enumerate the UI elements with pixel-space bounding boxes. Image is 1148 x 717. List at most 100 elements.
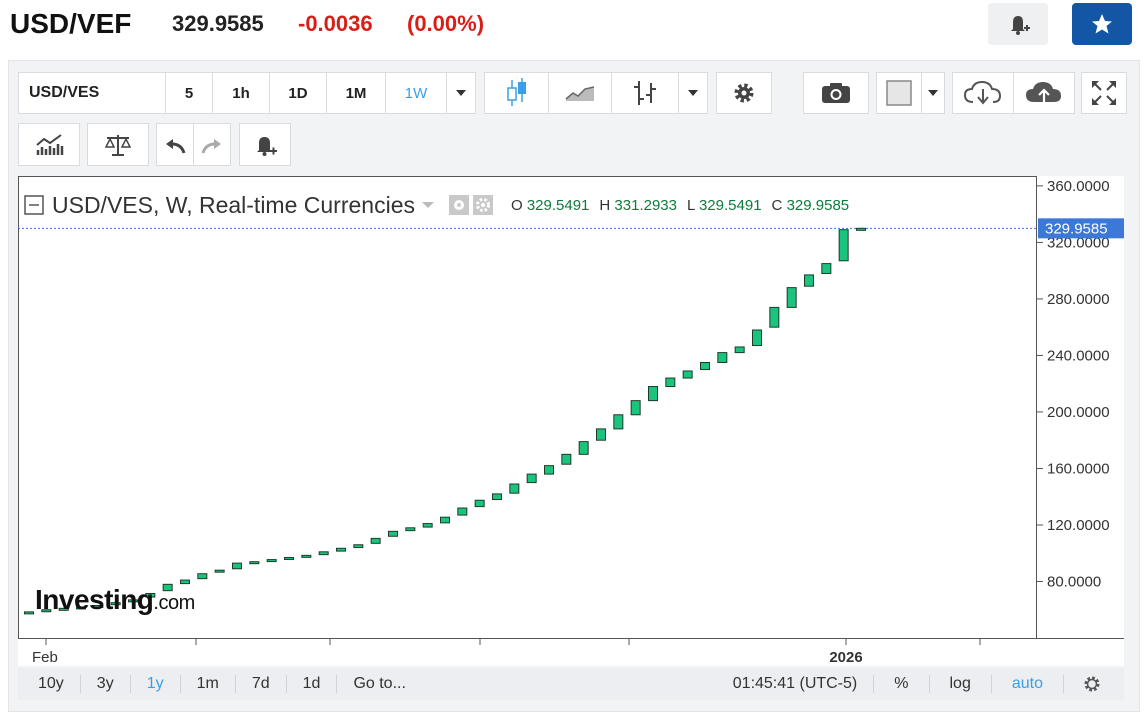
candle[interactable] (214, 569, 225, 573)
caret-down-icon (928, 90, 938, 96)
candle[interactable] (700, 361, 710, 371)
alert-tool-button[interactable] (239, 123, 291, 166)
candle[interactable] (301, 554, 312, 558)
instrument-title: USD/VEF (10, 8, 132, 39)
candle[interactable] (353, 544, 364, 549)
candle[interactable] (526, 473, 537, 484)
area-style-button[interactable] (548, 72, 612, 114)
candle[interactable] (804, 274, 814, 287)
watermark-main: Investing (35, 584, 154, 615)
candle[interactable] (786, 287, 797, 308)
goto-date-button[interactable]: Go to... (337, 675, 421, 693)
interval-5-button[interactable]: 5 (165, 72, 213, 114)
ohlc-high: H 331.2933 (599, 197, 677, 214)
candle[interactable] (197, 573, 208, 580)
range-1y-button[interactable]: 1y (131, 675, 181, 693)
candle[interactable] (544, 465, 554, 475)
y-tick-label: 120.0000 (1047, 517, 1110, 534)
create-alert-button[interactable] (988, 3, 1048, 45)
candle[interactable] (422, 523, 433, 528)
candle[interactable] (821, 263, 832, 274)
fullscreen-button[interactable] (1081, 72, 1127, 114)
candle[interactable] (405, 527, 416, 532)
watermark-suffix: .com (153, 592, 195, 614)
candle[interactable] (769, 306, 780, 328)
caret-down-icon (456, 90, 466, 96)
candle[interactable] (717, 352, 728, 363)
add-to-watchlist-button[interactable] (1072, 3, 1132, 45)
candle[interactable] (734, 346, 745, 354)
load-chart-button[interactable] (952, 72, 1014, 114)
candles-style-button[interactable] (484, 72, 549, 114)
snapshot-button[interactable] (803, 72, 869, 114)
chart-style-dropdown-button[interactable] (678, 72, 708, 114)
percent-scale-toggle[interactable]: % (874, 675, 930, 693)
undo-icon (166, 138, 186, 154)
range-3y-button[interactable]: 3y (81, 675, 131, 693)
candle[interactable] (752, 329, 762, 347)
candle[interactable] (492, 493, 502, 501)
interval-1h-button[interactable]: 1h (212, 72, 270, 114)
candle[interactable] (336, 547, 346, 552)
bottom-toolbar: 10y 3y 1y 1m 7d 1d Go to... 01:45:41 (UT… (18, 668, 1124, 700)
range-1m-button[interactable]: 1m (181, 675, 236, 693)
range-1d-button[interactable]: 1d (287, 675, 338, 693)
candle[interactable] (249, 561, 260, 565)
color-dropdown-button[interactable] (921, 72, 945, 114)
candle[interactable] (630, 400, 641, 416)
log-scale-toggle[interactable]: log (930, 675, 992, 693)
candle[interactable] (856, 227, 866, 231)
candle[interactable] (266, 559, 277, 563)
caret-down-icon[interactable] (421, 200, 435, 210)
candle[interactable] (388, 530, 398, 537)
candle[interactable] (838, 229, 849, 262)
interval-label: 5 (184, 84, 194, 102)
symbol-input[interactable]: USD/VES (18, 72, 166, 114)
candle[interactable] (284, 556, 294, 560)
symbol-input-value: USD/VES (29, 84, 100, 101)
range-7d-button[interactable]: 7d (236, 675, 287, 693)
collapse-icon[interactable] (24, 195, 44, 215)
chart-properties-button[interactable] (1064, 674, 1124, 694)
redo-button[interactable] (193, 123, 231, 166)
gear-icon[interactable] (472, 195, 493, 215)
save-chart-button[interactable] (1013, 72, 1075, 114)
ohlc-close: C 329.9585 (772, 197, 850, 214)
ohlc-close-value: 329.9585 (786, 196, 850, 214)
cloud-upload-icon (1026, 82, 1061, 103)
interval-dropdown-button[interactable] (446, 72, 476, 114)
auto-scale-toggle[interactable]: auto (992, 675, 1064, 693)
undo-button[interactable] (156, 123, 194, 166)
settings-button[interactable] (716, 72, 772, 114)
range-10y-button[interactable]: 10y (18, 675, 81, 693)
candle[interactable] (578, 441, 589, 455)
candle[interactable] (682, 370, 693, 379)
candle[interactable] (474, 499, 485, 508)
candle[interactable] (440, 516, 450, 524)
candle[interactable] (457, 507, 468, 516)
candle[interactable] (318, 551, 329, 556)
bars-style-button[interactable] (611, 72, 679, 114)
ohlc-high-value: 331.2933 (614, 196, 677, 214)
indicators-icon (36, 133, 64, 155)
candle[interactable] (370, 537, 381, 544)
ohlc-close-label: C (771, 196, 783, 214)
candle[interactable] (561, 453, 572, 465)
interval-1d-button[interactable]: 1D (269, 72, 327, 114)
background-color-button[interactable] (876, 72, 922, 114)
candle[interactable] (24, 611, 34, 615)
compare-button[interactable] (87, 123, 149, 166)
eye-icon[interactable] (448, 195, 469, 215)
candle[interactable] (596, 428, 606, 441)
indicators-button[interactable] (18, 123, 80, 166)
candle[interactable] (665, 377, 676, 388)
candle[interactable] (648, 386, 658, 402)
interval-1m-button[interactable]: 1M (326, 72, 386, 114)
interval-1w-button[interactable]: 1W (385, 72, 447, 114)
candle[interactable] (509, 483, 520, 494)
legend-title: USD/VES, W, Real-time Currencies (52, 191, 415, 218)
investing-watermark: Investing.com (35, 584, 195, 616)
candle[interactable] (232, 562, 242, 570)
bell-plus-icon (1011, 16, 1030, 35)
candle[interactable] (613, 414, 624, 430)
